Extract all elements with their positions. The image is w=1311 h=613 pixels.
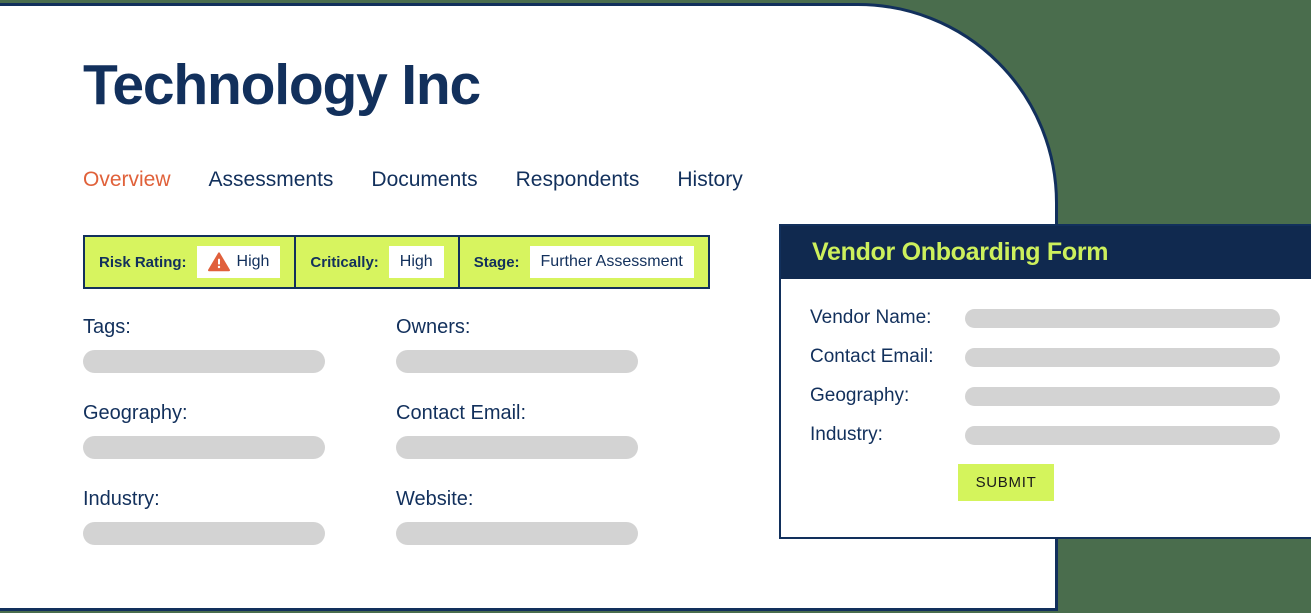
risk-rating-label: Risk Rating: — [99, 253, 187, 271]
tags-value-placeholder[interactable] — [83, 350, 325, 373]
form-field-geography: Geography: — [810, 385, 1280, 407]
contact-email-value-placeholder[interactable] — [396, 436, 638, 459]
form-geography-label: Geography: — [810, 385, 910, 406]
vendor-name-input[interactable] — [965, 308, 1280, 328]
tab-respondents[interactable]: Respondents — [516, 168, 640, 192]
stage-label: Stage: — [473, 253, 520, 271]
stage-value-text: Further Assessment — [540, 253, 683, 270]
geography-label: Geography: — [83, 402, 188, 424]
form-geography-input[interactable] — [965, 386, 1280, 406]
warning-triangle-icon — [207, 252, 230, 272]
criticality-value-text: High — [399, 253, 433, 270]
form-industry-label: Industry: — [810, 424, 883, 445]
detail-field-row: Industry: Website: — [83, 488, 703, 545]
detail-field-geography: Geography: — [83, 402, 325, 459]
vendor-form-header: Vendor Onboarding Form — [781, 226, 1311, 279]
tags-label: Tags: — [83, 316, 131, 338]
geography-value-placeholder[interactable] — [83, 436, 325, 459]
stage-value-chip[interactable]: Further Assessment — [529, 246, 694, 278]
risk-rating-value-text: High — [236, 253, 270, 270]
risk-rating-value-chip[interactable]: High — [196, 246, 281, 278]
website-label: Website: — [396, 488, 474, 510]
owners-value-placeholder[interactable] — [396, 350, 638, 373]
detail-field-row: Tags: Owners: — [83, 316, 703, 373]
tab-documents[interactable]: Documents — [371, 168, 477, 192]
status-segment-risk-rating: Risk Rating: High — [83, 235, 297, 289]
vendor-form-title: Vendor Onboarding Form — [812, 238, 1109, 266]
website-value-placeholder[interactable] — [396, 522, 638, 545]
detail-field-row: Geography: Contact Email: — [83, 402, 703, 459]
industry-value-placeholder[interactable] — [83, 522, 325, 545]
page-title: Technology Inc — [83, 53, 481, 117]
criticality-label: Critically: — [310, 253, 379, 271]
vendor-name-label: Vendor Name: — [810, 307, 932, 328]
status-segment-criticality: Critically: High — [296, 235, 460, 289]
form-industry-input[interactable] — [965, 425, 1280, 445]
form-field-industry: Industry: — [810, 424, 1280, 446]
tab-assessments[interactable]: Assessments — [209, 168, 334, 192]
tab-overview[interactable]: Overview — [83, 168, 171, 192]
submit-row: SUBMIT — [810, 464, 1280, 501]
form-contact-email-label: Contact Email: — [810, 346, 934, 367]
vendor-onboarding-form-panel: Vendor Onboarding Form Vendor Name: Cont… — [779, 224, 1311, 539]
status-bar: Risk Rating: High Critically: High Stage… — [83, 235, 710, 289]
criticality-value-chip[interactable]: High — [388, 246, 444, 278]
form-field-contact-email: Contact Email: — [810, 346, 1280, 368]
detail-field-website: Website: — [396, 488, 638, 545]
detail-field-owners: Owners: — [396, 316, 638, 373]
tab-bar: Overview Assessments Documents Responden… — [83, 168, 743, 192]
tab-history[interactable]: History — [677, 168, 742, 192]
industry-label: Industry: — [83, 488, 160, 510]
detail-field-contact-email: Contact Email: — [396, 402, 638, 459]
status-segment-stage: Stage: Further Assessment — [459, 235, 710, 289]
owners-label: Owners: — [396, 316, 471, 338]
submit-button[interactable]: SUBMIT — [957, 464, 1055, 501]
contact-email-label: Contact Email: — [396, 402, 527, 424]
detail-fields: Tags: Owners: Geography: Contact Email: … — [83, 316, 703, 574]
vendor-form-body: Vendor Name: Contact Email: Geography: I… — [781, 279, 1311, 501]
detail-field-industry: Industry: — [83, 488, 325, 545]
form-field-vendor-name: Vendor Name: — [810, 307, 1280, 329]
detail-field-tags: Tags: — [83, 316, 325, 373]
form-contact-email-input[interactable] — [965, 347, 1280, 367]
